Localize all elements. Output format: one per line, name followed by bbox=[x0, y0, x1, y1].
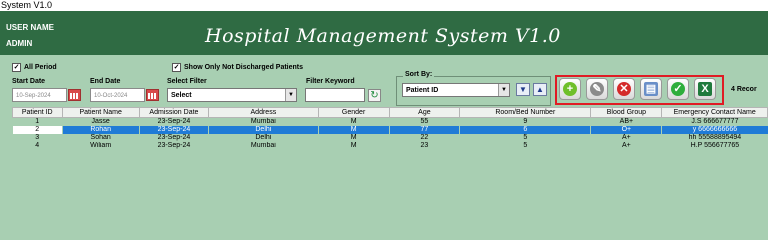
table-cell: A+ bbox=[622, 142, 631, 149]
table-cell: Rohan bbox=[62, 126, 140, 134]
sort-by-value: Patient ID bbox=[406, 87, 439, 94]
table-cell: O+ bbox=[590, 126, 662, 134]
column-header[interactable]: Admission Date bbox=[138, 107, 210, 118]
refresh-icon[interactable]: ↻ bbox=[368, 89, 381, 102]
sort-by-label: Sort By: bbox=[403, 71, 435, 78]
user-name-value: ADMIN bbox=[6, 39, 33, 48]
table-cell: M bbox=[350, 134, 357, 141]
column-header[interactable]: Gender bbox=[317, 107, 390, 118]
column-header[interactable]: Emergency Contact Name bbox=[661, 107, 768, 118]
start-calendar-icon[interactable] bbox=[68, 89, 81, 101]
add-icon: + bbox=[563, 82, 577, 96]
table-cell: 1 bbox=[35, 118, 40, 125]
end-calendar-icon[interactable] bbox=[146, 89, 159, 101]
table-cell: Mumbai bbox=[250, 118, 276, 125]
end-date-label: End Date bbox=[90, 78, 121, 85]
table-cell: M bbox=[350, 118, 357, 125]
delete-icon: ✕ bbox=[617, 82, 631, 96]
column-header[interactable]: Blood Group bbox=[590, 107, 663, 118]
table-cell: 23-Sep-24 bbox=[139, 126, 209, 134]
edit-button[interactable]: ✎ bbox=[586, 78, 608, 100]
table-cell: 5 bbox=[523, 134, 528, 141]
excel-export-button[interactable]: X bbox=[694, 78, 716, 100]
table-cell: 5 bbox=[523, 142, 528, 149]
table-cell: 23-Sep-24 bbox=[157, 118, 191, 125]
table-cell: 22 bbox=[420, 134, 429, 141]
print-icon: ▤ bbox=[644, 82, 658, 96]
column-header[interactable]: Patient Name bbox=[61, 107, 140, 118]
table-cell: 23-Sep-24 bbox=[157, 134, 191, 141]
user-name-label: USER NAME bbox=[6, 23, 55, 32]
select-filter-label: Select Filter bbox=[167, 78, 207, 85]
patients-grid: Patient ID Patient Name Admission Date A… bbox=[12, 107, 768, 240]
records-count: 4 Recor bbox=[731, 86, 757, 93]
table-cell: Delhi bbox=[255, 134, 272, 141]
table-row[interactable]: 1 Jasse 23-Sep-24 Mumbai M 55 9 AB+ J.S … bbox=[13, 118, 768, 127]
start-date-label: Start Date bbox=[12, 78, 46, 85]
sort-descending-icon[interactable]: ▼ bbox=[516, 83, 530, 96]
column-header[interactable]: Patient ID bbox=[12, 107, 63, 118]
table-cell: 3 bbox=[35, 134, 40, 141]
window-title: System V1.0 bbox=[0, 0, 768, 11]
all-period-label: All Period bbox=[24, 64, 57, 71]
not-discharged-checkbox[interactable]: ✓ Show Only Not Discharged Patients bbox=[172, 63, 303, 72]
approve-button[interactable]: ✓ bbox=[667, 78, 689, 100]
sort-ascending-icon[interactable]: ▲ bbox=[533, 83, 547, 96]
table-cell: Wiliam bbox=[90, 142, 112, 149]
select-filter-dropdown[interactable]: Select ▼ bbox=[167, 88, 297, 102]
table-cell: 2 bbox=[12, 126, 62, 134]
print-button[interactable]: ▤ bbox=[640, 78, 662, 100]
check-icon: ✓ bbox=[671, 82, 685, 96]
sort-by-dropdown[interactable]: Patient ID ▼ bbox=[402, 83, 510, 97]
table-cell: y 6666666666 bbox=[661, 126, 768, 134]
all-period-checkbox[interactable]: ✓ All Period bbox=[12, 63, 57, 72]
select-filter-value: Select bbox=[171, 92, 192, 99]
add-button[interactable]: + bbox=[559, 78, 581, 100]
table-cell: A+ bbox=[622, 134, 631, 141]
app-title: Hospital Management System V1.0 bbox=[205, 25, 561, 47]
table-cell: M bbox=[350, 142, 357, 149]
not-discharged-label: Show Only Not Discharged Patients bbox=[184, 64, 304, 71]
delete-button[interactable]: ✕ bbox=[613, 78, 635, 100]
table-cell: 23 bbox=[420, 142, 429, 149]
column-header[interactable]: Age bbox=[388, 107, 461, 118]
table-row[interactable]: 3 Sohan 23-Sep-24 Delhi M 22 5 A+ hh 555… bbox=[13, 134, 768, 142]
patients-table: Patient ID Patient Name Admission Date A… bbox=[12, 107, 768, 150]
edit-icon: ✎ bbox=[590, 82, 604, 96]
chevron-down-icon[interactable]: ▼ bbox=[498, 84, 509, 96]
table-cell: 4 bbox=[35, 142, 40, 149]
table-cell: Delhi bbox=[208, 126, 319, 134]
filter-keyword-input[interactable] bbox=[305, 88, 365, 102]
table-row[interactable]: 4 Wiliam 23-Sep-24 Mumbai M 23 5 A+ H.P … bbox=[13, 142, 768, 150]
excel-icon: X bbox=[698, 82, 712, 96]
table-cell: M bbox=[318, 126, 390, 134]
end-date-field[interactable]: 10-Oct-2024 bbox=[90, 88, 145, 102]
not-discharged-check-icon[interactable]: ✓ bbox=[172, 63, 181, 72]
table-row-selected[interactable]: 2 Rohan 23-Sep-24 Delhi M 77 6 O+ y 6666… bbox=[12, 126, 768, 134]
table-cell: 23-Sep-24 bbox=[157, 142, 191, 149]
start-date-field[interactable]: 10-Sep-2024 bbox=[12, 88, 67, 102]
table-cell: AB+ bbox=[619, 118, 634, 125]
table-header-row: Patient ID Patient Name Admission Date A… bbox=[12, 107, 768, 118]
table-cell: 6 bbox=[459, 126, 591, 134]
chevron-down-icon[interactable]: ▼ bbox=[285, 89, 296, 101]
table-cell: Mumbai bbox=[250, 142, 276, 149]
table-cell: Jasse bbox=[91, 118, 110, 125]
table-cell: J.S 666677777 bbox=[691, 118, 739, 125]
table-cell: Sohan bbox=[90, 134, 111, 141]
column-header[interactable]: Address bbox=[208, 107, 319, 118]
column-header[interactable]: Room/Bed Number bbox=[459, 107, 592, 118]
app-header: USER NAME ADMIN Hospital Management Syst… bbox=[0, 11, 768, 55]
table-cell: 9 bbox=[523, 118, 528, 125]
all-period-check-icon[interactable]: ✓ bbox=[12, 63, 21, 72]
table-cell: hh 55588895494 bbox=[688, 134, 742, 141]
table-cell: 77 bbox=[389, 126, 460, 134]
filter-keyword-label: Filter Keyword bbox=[306, 78, 355, 85]
table-cell: 55 bbox=[420, 118, 429, 125]
table-cell: H.P 556677765 bbox=[690, 142, 740, 149]
